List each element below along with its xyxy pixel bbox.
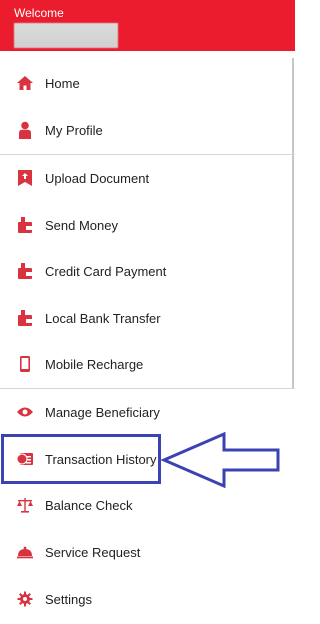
upload-document-icon	[16, 169, 34, 187]
menu-item-manage-beneficiary[interactable]: Manage Beneficiary	[0, 389, 292, 435]
menu-item-label: Settings	[45, 591, 92, 607]
highlight-box	[1, 434, 161, 484]
eye-icon	[16, 403, 34, 421]
service-bell-icon	[16, 543, 34, 561]
gear-icon	[16, 590, 34, 608]
drawer-header: Welcome	[0, 0, 295, 51]
home-icon	[16, 74, 34, 92]
menu-item-home[interactable]: Home	[0, 60, 292, 106]
profile-icon	[16, 121, 34, 139]
menu-item-credit-card-payment[interactable]: Credit Card Payment	[0, 248, 292, 294]
menu-item-label: Send Money	[45, 217, 118, 233]
scrollbar[interactable]	[292, 58, 294, 388]
pointer-arrow-icon	[160, 431, 280, 489]
menu-item-settings[interactable]: Settings	[0, 576, 292, 622]
menu-item-label: Home	[45, 75, 80, 91]
menu-item-mobile-recharge[interactable]: Mobile Recharge	[0, 341, 292, 387]
user-name-redacted	[14, 23, 118, 48]
wallet-icon	[16, 216, 34, 234]
welcome-label: Welcome	[14, 6, 64, 20]
menu-item-label: My Profile	[45, 122, 103, 138]
menu-item-label: Mobile Recharge	[45, 356, 144, 372]
menu-item-local-bank-transfer[interactable]: Local Bank Transfer	[0, 295, 292, 341]
wallet-icon	[16, 309, 34, 327]
mobile-icon	[16, 355, 34, 373]
menu-item-upload-document[interactable]: Upload Document	[0, 155, 292, 201]
menu-item-label: Manage Beneficiary	[45, 404, 160, 420]
balance-scale-icon	[16, 496, 34, 514]
menu-item-my-profile[interactable]: My Profile	[0, 107, 292, 153]
menu-item-label: Upload Document	[45, 170, 150, 186]
menu-item-label: Balance Check	[45, 497, 133, 513]
menu-item-label: Credit Card Payment	[45, 263, 167, 279]
menu-item-service-request[interactable]: Service Request	[0, 529, 292, 575]
wallet-icon	[16, 262, 34, 280]
menu-item-label: Service Request	[45, 544, 141, 560]
menu-item-label: Local Bank Transfer	[45, 310, 161, 326]
menu-item-send-money[interactable]: Send Money	[0, 202, 292, 248]
